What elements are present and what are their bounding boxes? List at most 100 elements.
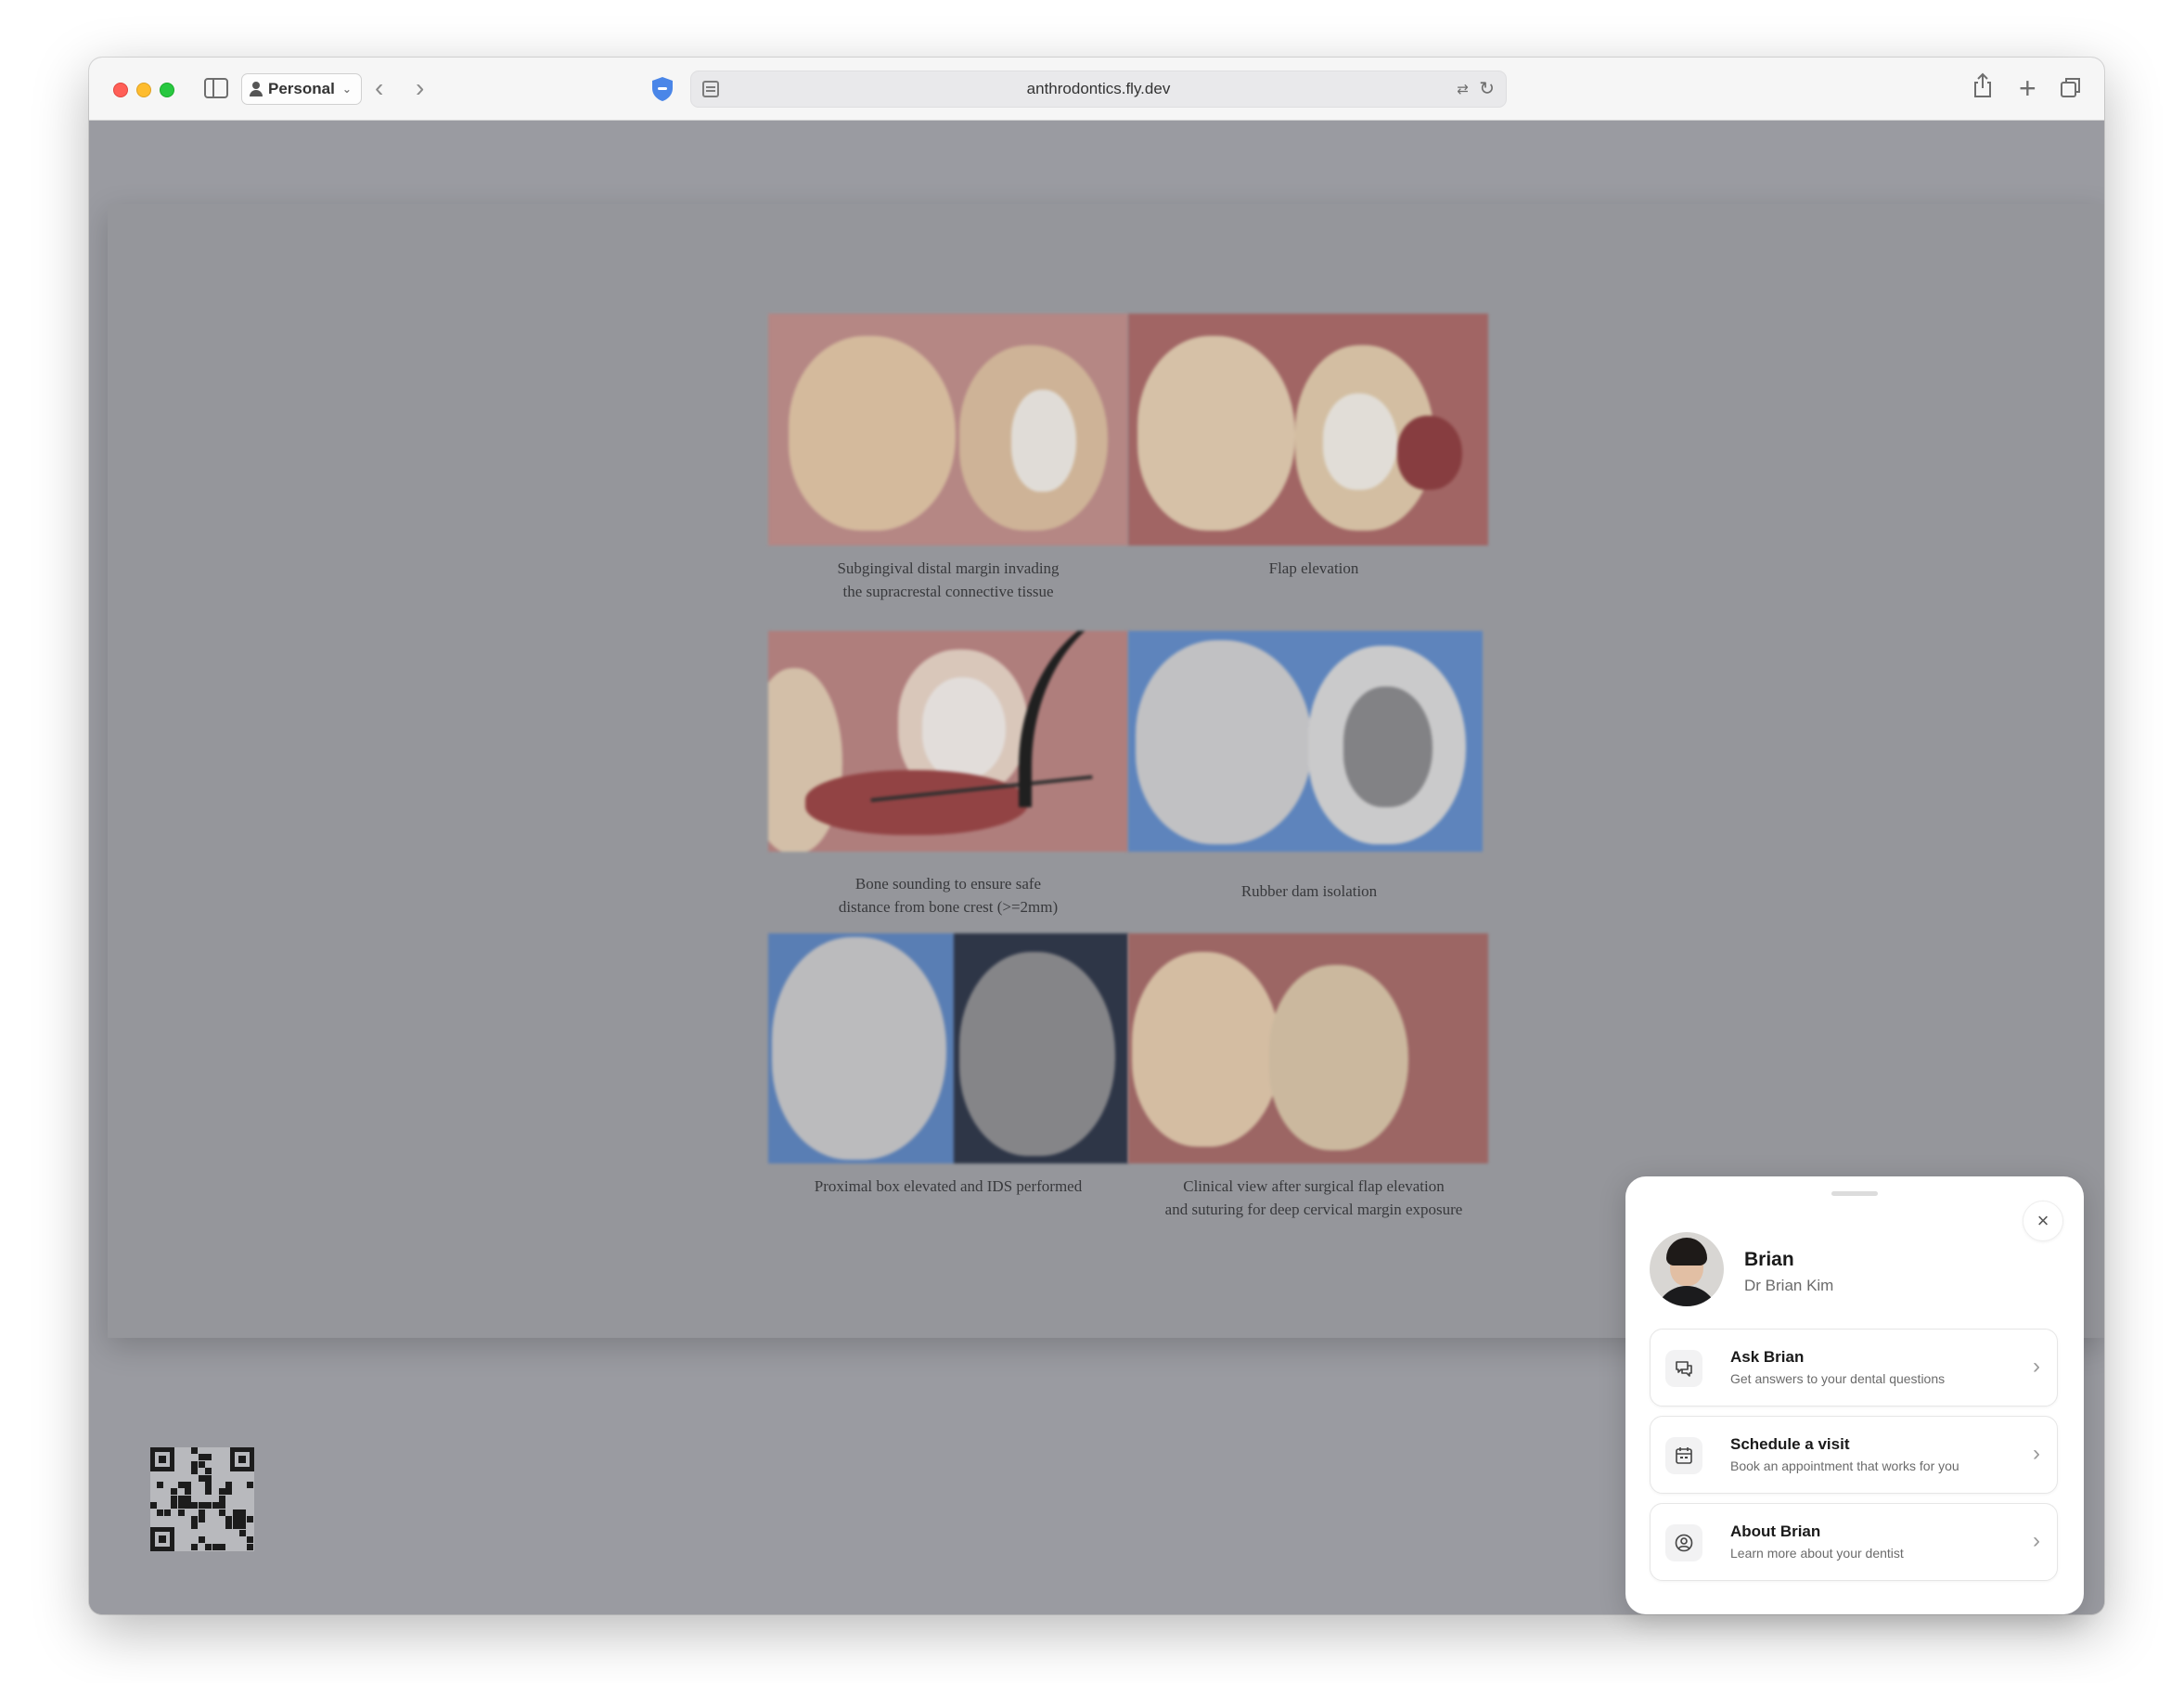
chevron-down-icon: ⌄ xyxy=(341,83,352,96)
minimize-window-button[interactable] xyxy=(136,83,151,97)
blood-shape xyxy=(1397,416,1462,490)
zoom-window-button[interactable] xyxy=(160,83,174,97)
profile-switcher[interactable]: Personal ⌄ xyxy=(241,73,362,105)
action-description: Get answers to your dental questions xyxy=(1730,1371,1946,1386)
qr-module xyxy=(185,1502,191,1510)
close-icon[interactable]: × xyxy=(2023,1201,2063,1241)
action-title: About Brian xyxy=(1730,1522,1821,1540)
action-title: Schedule a visit xyxy=(1730,1435,1850,1453)
dentist-full-name: Dr Brian Kim xyxy=(1744,1277,1834,1294)
address-bar[interactable]: anthrodontics.fly.dev ⇄ ↻ xyxy=(690,71,1507,108)
prep-shape xyxy=(1343,687,1432,807)
qr-module xyxy=(205,1468,212,1475)
restoration-shape xyxy=(1011,390,1076,492)
privacy-shield-icon[interactable] xyxy=(651,76,674,102)
qr-finder xyxy=(150,1447,174,1471)
qr-module xyxy=(191,1522,199,1530)
qr-module xyxy=(205,1543,212,1550)
qr-module xyxy=(212,1543,219,1550)
qr-code xyxy=(150,1447,254,1551)
qr-module xyxy=(191,1468,199,1475)
caption-3: Bone sounding to ensure safe distance fr… xyxy=(838,875,1059,916)
qr-module xyxy=(185,1488,191,1496)
avatar-hair xyxy=(1666,1238,1707,1265)
qr-module xyxy=(219,1488,225,1496)
qr-module xyxy=(232,1509,239,1516)
qr-module xyxy=(219,1502,225,1510)
presentation-slide: Subgingival distal margin invading the s… xyxy=(108,204,2104,1338)
qr-module xyxy=(239,1522,247,1530)
tooth-shape xyxy=(959,952,1115,1156)
qr-module xyxy=(225,1516,233,1522)
qr-module xyxy=(198,1536,205,1544)
clinical-photo-6 xyxy=(1128,933,1488,1163)
new-tab-icon[interactable]: + xyxy=(2019,72,2036,104)
url-text: anthrodontics.fly.dev xyxy=(1026,80,1171,97)
ask-brian-button[interactable]: Ask Brian Get answers to your dental que… xyxy=(1650,1329,2058,1407)
assistant-sheet: × Brian Dr Brian Kim Ask Brian Get answe… xyxy=(1625,1176,2084,1614)
clinical-photo-3 xyxy=(768,631,1128,852)
tooth-shape xyxy=(789,336,956,531)
blood-shape xyxy=(805,770,1028,835)
clinical-photo-1 xyxy=(768,314,1128,546)
translate-icon[interactable]: ⇄ xyxy=(1457,81,1469,97)
calendar-icon xyxy=(1665,1437,1702,1474)
restoration-shape xyxy=(922,677,1006,779)
user-circle-icon xyxy=(1665,1524,1702,1561)
caption-6: Clinical view after surgical flap elevat… xyxy=(1164,1177,1463,1218)
qr-module xyxy=(205,1502,212,1510)
qr-module xyxy=(219,1543,225,1550)
qr-module xyxy=(246,1482,253,1488)
qr-module xyxy=(225,1482,233,1488)
qr-module xyxy=(205,1482,212,1488)
qr-module xyxy=(205,1454,212,1461)
tab-overview-icon[interactable] xyxy=(2060,76,2082,98)
about-brian-button[interactable]: About Brian Learn more about your dentis… xyxy=(1650,1503,2058,1581)
restoration-shape xyxy=(1323,393,1397,490)
qr-module xyxy=(198,1502,205,1510)
clinical-photo-4 xyxy=(1128,631,1483,852)
forward-button[interactable]: › xyxy=(416,72,424,104)
share-icon[interactable] xyxy=(1972,72,1993,98)
qr-module xyxy=(198,1454,205,1461)
caption-1: Subgingival distal margin invading the s… xyxy=(837,559,1060,600)
sheet-grabber[interactable] xyxy=(1831,1191,1878,1196)
qr-finder xyxy=(150,1527,174,1551)
back-button[interactable]: ‹ xyxy=(375,72,383,104)
tooth-shape xyxy=(1137,336,1295,531)
qr-module xyxy=(198,1474,205,1482)
qr-module xyxy=(225,1522,233,1530)
reload-icon[interactable]: ↻ xyxy=(1479,77,1495,100)
qr-module xyxy=(185,1482,191,1488)
qr-module xyxy=(150,1502,157,1510)
qr-module xyxy=(171,1502,178,1510)
instrument-shape xyxy=(1019,631,1128,807)
qr-module xyxy=(219,1509,225,1516)
qr-module xyxy=(239,1516,247,1522)
tooth-shape xyxy=(1269,965,1408,1150)
qr-module xyxy=(191,1447,199,1454)
action-description: Learn more about your dentist xyxy=(1730,1546,1904,1561)
qr-finder xyxy=(230,1447,254,1471)
dentist-name: Brian xyxy=(1744,1249,1794,1270)
avatar xyxy=(1650,1232,1724,1306)
action-title: Ask Brian xyxy=(1730,1348,1805,1366)
qr-module xyxy=(232,1516,239,1522)
schedule-visit-button[interactable]: Schedule a visit Book an appointment tha… xyxy=(1650,1416,2058,1494)
qr-module xyxy=(177,1495,185,1502)
qr-module xyxy=(177,1482,185,1488)
clinical-photo-5 xyxy=(768,933,1128,1163)
chevron-right-icon: › xyxy=(2033,1528,2040,1553)
qr-module xyxy=(239,1529,247,1536)
qr-module xyxy=(163,1509,171,1516)
qr-module xyxy=(219,1495,225,1502)
close-window-button[interactable] xyxy=(113,83,128,97)
chevron-right-icon: › xyxy=(2033,1441,2040,1466)
browser-toolbar: Personal ⌄ ‹ › anthrodontics.fly.dev ⇄ ↻… xyxy=(89,58,2104,121)
qr-module xyxy=(246,1536,253,1544)
qr-module xyxy=(205,1474,212,1482)
sidebar-toggle-icon[interactable] xyxy=(204,78,228,98)
qr-module xyxy=(198,1509,205,1516)
qr-module xyxy=(171,1488,178,1496)
qr-module xyxy=(212,1502,219,1510)
